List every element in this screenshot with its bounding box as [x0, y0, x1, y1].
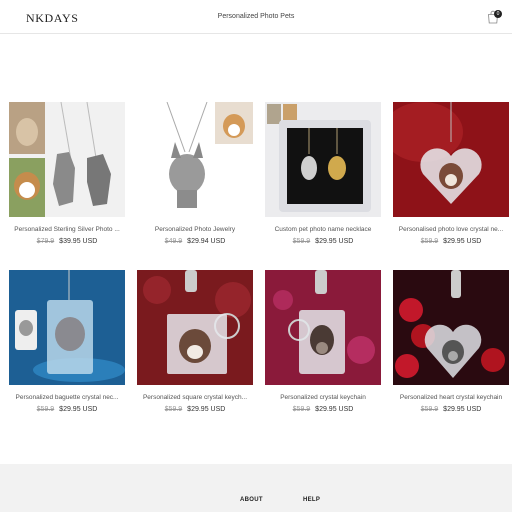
product-title[interactable]: Personalized square crystal keych...	[137, 394, 253, 401]
compare-price: $59.9	[36, 406, 55, 413]
product-price: $59.9 $29.95 USD	[137, 406, 253, 413]
sale-price: $29.95 USD	[443, 406, 482, 413]
sale-price: $29.95 USD	[315, 406, 354, 413]
site-footer: ABOUT HELP	[0, 464, 512, 512]
compare-price: $79.9	[36, 238, 55, 245]
sale-price: $29.94 USD	[187, 238, 226, 245]
product-title[interactable]: Personalized crystal keychain	[265, 394, 381, 401]
product-image[interactable]	[265, 102, 381, 217]
site-header: NKDAYS Personalized Photo Pets 0	[0, 0, 512, 34]
product-price: $59.9 $29.95 USD	[393, 406, 509, 413]
product-price: $49.9 $29.94 USD	[137, 238, 253, 245]
product-title[interactable]: Personalized baguette crystal nec...	[9, 394, 125, 401]
compare-price: $59.9	[164, 406, 183, 413]
product-image[interactable]	[137, 102, 253, 217]
cart-count-badge: 0	[494, 10, 502, 18]
product-image[interactable]	[9, 270, 125, 385]
compare-price: $59.9	[420, 238, 439, 245]
compare-price: $49.9	[164, 238, 183, 245]
product-title[interactable]: Personalized heart crystal keychain	[393, 394, 509, 401]
product-image[interactable]	[393, 270, 509, 385]
product-price: $59.9 $29.95 USD	[9, 406, 125, 413]
compare-price: $59.9	[292, 238, 311, 245]
sale-price: $29.95 USD	[315, 238, 354, 245]
footer-about-link[interactable]: ABOUT	[240, 497, 263, 503]
product-price: $79.9 $39.95 USD	[9, 238, 125, 245]
nav-bar: Personalized Photo Pets	[0, 13, 512, 20]
product-title[interactable]: Personalised photo love crystal ne...	[393, 226, 509, 233]
product-title[interactable]: Personalized Photo Jewelry	[137, 226, 253, 233]
sale-price: $29.95 USD	[187, 406, 226, 413]
product-title[interactable]: Custom pet photo name necklace	[265, 226, 381, 233]
product-image[interactable]	[9, 102, 125, 217]
product-price: $59.9 $29.95 USD	[265, 238, 381, 245]
footer-help-link[interactable]: HELP	[303, 497, 320, 503]
product-price: $59.9 $29.95 USD	[265, 406, 381, 413]
sale-price: $39.95 USD	[59, 238, 98, 245]
compare-price: $59.9	[292, 406, 311, 413]
nav-link-personalized-photo-pets[interactable]: Personalized Photo Pets	[218, 13, 295, 20]
product-image[interactable]	[137, 270, 253, 385]
compare-price: $59.9	[420, 406, 439, 413]
product-image[interactable]	[265, 270, 381, 385]
product-price: $59.9 $29.95 USD	[393, 238, 509, 245]
product-image[interactable]	[393, 102, 509, 217]
product-title[interactable]: Personalized Sterling Silver Photo ...	[9, 226, 125, 233]
sale-price: $29.95 USD	[59, 406, 98, 413]
sale-price: $29.95 USD	[443, 238, 482, 245]
